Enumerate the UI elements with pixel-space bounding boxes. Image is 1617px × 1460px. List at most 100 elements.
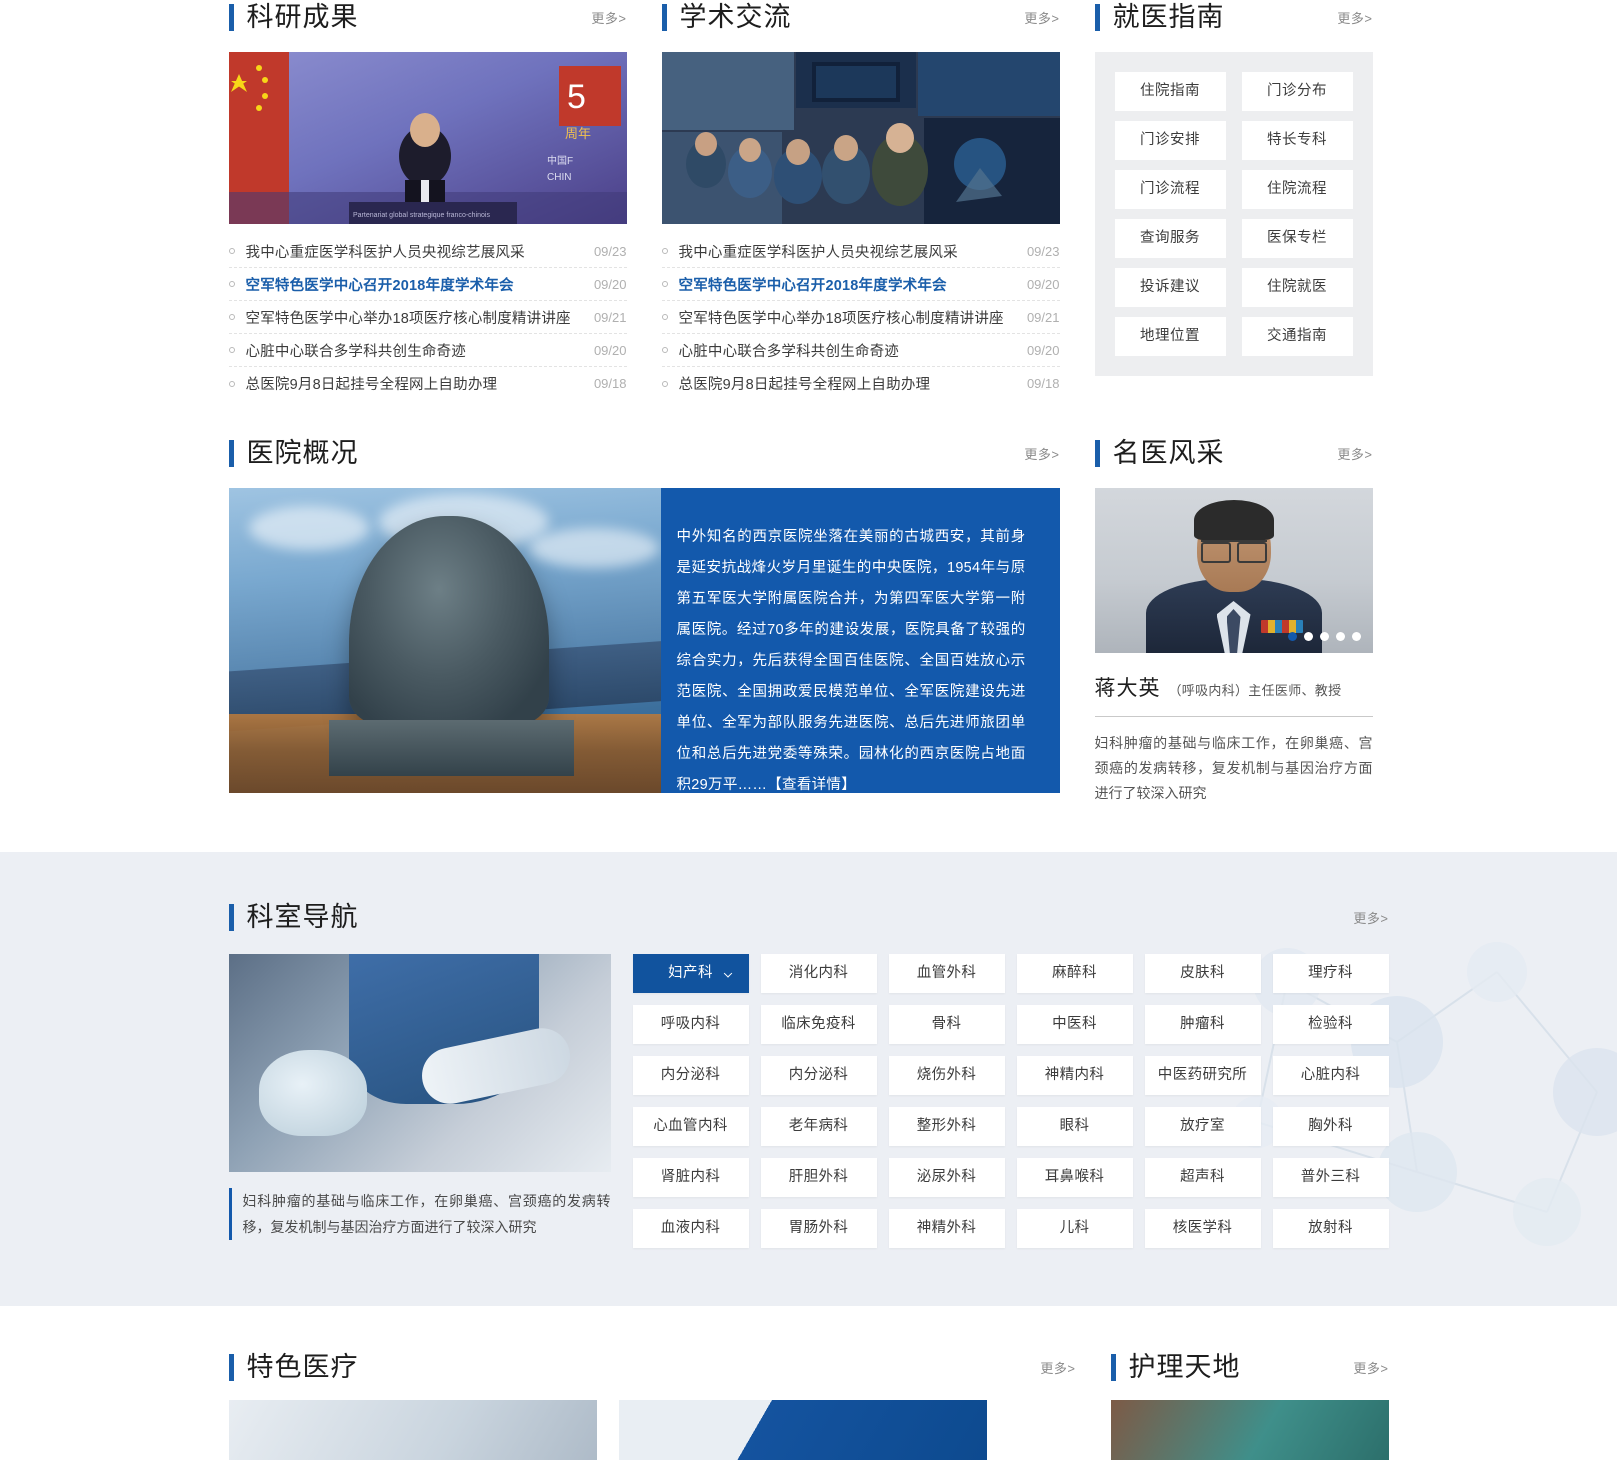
caption-accent-bar-icon: [228, 1188, 232, 1240]
guide-button-inpatient-care[interactable]: 住院就医: [1241, 268, 1353, 307]
dept-button-oncology[interactable]: 肿瘤科: [1144, 1005, 1261, 1044]
dept-button-urology[interactable]: 泌尿外科: [888, 1158, 1005, 1197]
guide-button-specialty-clinic[interactable]: 特长专科: [1241, 121, 1353, 160]
news-title[interactable]: 空军特色医学中心召开2018年度学术年会: [246, 274, 584, 295]
special-image-2[interactable]: [618, 1400, 987, 1460]
dept-button-clinical-immunology[interactable]: 临床免疫科: [760, 1005, 877, 1044]
dept-button-respiratory[interactable]: 呼吸内科: [632, 1005, 749, 1044]
carousel-dot[interactable]: [1287, 632, 1297, 641]
news-item[interactable]: 心脏中心联合多学科共创生命奇迹 09/20: [661, 334, 1060, 367]
news-title[interactable]: 心脏中心联合多学科共创生命奇迹: [246, 340, 584, 361]
guide-button-transport-guide[interactable]: 交通指南: [1241, 317, 1353, 356]
overview-detail-link[interactable]: 【查看详情】: [767, 777, 856, 793]
nursing-column: 护理天地 更多>: [1110, 1350, 1389, 1460]
carousel-dot[interactable]: [1319, 632, 1329, 641]
research-banner-image[interactable]: 5 周年 中国F CHIN Partenariat global strateg…: [228, 52, 627, 224]
news-item[interactable]: 空军特色医学中心举办18项医疗核心制度精讲讲座 09/21: [661, 301, 1060, 334]
dept-button-radiotherapy[interactable]: 放疗室: [1144, 1107, 1261, 1146]
news-item[interactable]: 总医院9月8日起挂号全程网上自助办理 09/18: [661, 367, 1060, 400]
dept-button-cardiology[interactable]: 心脏内科: [1272, 1056, 1389, 1095]
dept-button-endocrinology-2[interactable]: 内分泌科: [760, 1056, 877, 1095]
dept-button-geriatrics[interactable]: 老年病科: [760, 1107, 877, 1146]
dept-button-pediatrics[interactable]: 儿科: [1016, 1209, 1133, 1248]
news-title[interactable]: 总医院9月8日起挂号全程网上自助办理: [246, 373, 584, 394]
guide-button-grid: 住院指南 门诊分布 门诊安排 特长专科 门诊流程 住院流程 查询服务 医保专栏 …: [1094, 52, 1373, 376]
dept-button-dermatology[interactable]: 皮肤科: [1144, 954, 1261, 993]
dept-button-vascular-surgery[interactable]: 血管外科: [888, 954, 1005, 993]
guide-button-inpatient-process[interactable]: 住院流程: [1241, 170, 1353, 209]
dept-button-endocrinology[interactable]: 内分泌科: [632, 1056, 749, 1095]
guide-more-link[interactable]: 更多>: [1337, 8, 1372, 27]
dept-button-nephrology[interactable]: 肾脏内科: [632, 1158, 749, 1197]
news-item[interactable]: 空军特色医学中心召开2018年度学术年会 09/20: [228, 268, 627, 301]
dept-button-tcm-institute[interactable]: 中医药研究所: [1144, 1056, 1261, 1095]
news-item[interactable]: 空军特色医学中心召开2018年度学术年会 09/20: [661, 268, 1060, 301]
dept-button-hepatobiliary[interactable]: 肝胆外科: [760, 1158, 877, 1197]
guide-button-inpatient-guide[interactable]: 住院指南: [1114, 72, 1226, 111]
research-news-list: 我中心重症医学科医护人员央视综艺展风采 09/23 空军特色医学中心召开2018…: [228, 235, 627, 400]
special-image-1[interactable]: [228, 1400, 597, 1460]
news-item[interactable]: 总医院9月8日起挂号全程网上自助办理 09/18: [228, 367, 627, 400]
guide-button-outpatient-distribution[interactable]: 门诊分布: [1241, 72, 1353, 111]
doctor-portrait[interactable]: [1094, 488, 1373, 653]
news-item[interactable]: 空军特色医学中心举办18项医疗核心制度精讲讲座 09/21: [228, 301, 627, 334]
news-date: 09/20: [593, 342, 627, 358]
guide-button-query-service[interactable]: 查询服务: [1114, 219, 1226, 258]
carousel-dot[interactable]: [1303, 632, 1313, 641]
dept-button-gastrointestinal-surgery[interactable]: 胃肠外科: [760, 1209, 877, 1248]
dept-button-anesthesiology[interactable]: 麻醉科: [1016, 954, 1133, 993]
carousel-dot[interactable]: [1351, 632, 1361, 641]
department-image[interactable]: [228, 954, 611, 1172]
bullet-circle-icon: [661, 314, 668, 320]
dept-button-ultrasound[interactable]: 超声科: [1144, 1158, 1261, 1197]
dept-button-obgyn[interactable]: 妇产科: [632, 954, 749, 993]
news-title[interactable]: 我中心重症医学科医护人员央视综艺展风采: [679, 241, 1017, 262]
dept-button-ophthalmology[interactable]: 眼科: [1016, 1107, 1133, 1146]
guide-button-complaints[interactable]: 投诉建议: [1114, 268, 1226, 307]
nursing-more-link[interactable]: 更多>: [1353, 1358, 1388, 1377]
famous-more-link[interactable]: 更多>: [1337, 444, 1372, 463]
academic-banner-image[interactable]: [661, 52, 1060, 224]
dept-button-orthopedics[interactable]: 骨科: [888, 1005, 1005, 1044]
dept-button-physiotherapy[interactable]: 理疗科: [1272, 954, 1389, 993]
nursing-image-1[interactable]: [1110, 1400, 1389, 1460]
guide-button-location[interactable]: 地理位置: [1114, 317, 1226, 356]
news-title[interactable]: 空军特色医学中心举办18项医疗核心制度精讲讲座: [679, 307, 1017, 328]
news-and-guide-band: 科研成果 更多> 5 周年 中国F CHIN Partenariat globa…: [0, 0, 1617, 400]
dept-button-neurology[interactable]: 神精内科: [1016, 1056, 1133, 1095]
research-more-link[interactable]: 更多>: [591, 8, 626, 27]
overview-more-link[interactable]: 更多>: [1024, 444, 1059, 463]
overview-header: 医院概况 更多>: [228, 436, 1060, 470]
dept-button-neurosurgery[interactable]: 神精外科: [888, 1209, 1005, 1248]
news-item[interactable]: 心脏中心联合多学科共创生命奇迹 09/20: [228, 334, 627, 367]
dept-button-plastic-surgery[interactable]: 整形外科: [888, 1107, 1005, 1146]
dept-button-general-surgery-3[interactable]: 普外三科: [1272, 1158, 1389, 1197]
news-title[interactable]: 总医院9月8日起挂号全程网上自助办理: [679, 373, 1017, 394]
guide-button-insurance-column[interactable]: 医保专栏: [1241, 219, 1353, 258]
news-item[interactable]: 我中心重症医学科医护人员央视综艺展风采 09/23: [661, 235, 1060, 268]
guide-button-outpatient-process[interactable]: 门诊流程: [1114, 170, 1226, 209]
guide-button-outpatient-schedule[interactable]: 门诊安排: [1114, 121, 1226, 160]
news-title[interactable]: 心脏中心联合多学科共创生命奇迹: [679, 340, 1017, 361]
academic-more-link[interactable]: 更多>: [1024, 8, 1059, 27]
dept-button-hematology[interactable]: 血液内科: [632, 1209, 749, 1248]
dept-button-gastroenterology[interactable]: 消化内科: [760, 954, 877, 993]
dept-button-radiology[interactable]: 放射科: [1272, 1209, 1389, 1248]
news-item[interactable]: 我中心重症医学科医护人员央视综艺展风采 09/23: [228, 235, 627, 268]
news-title[interactable]: 空军特色医学中心召开2018年度学术年会: [679, 274, 1017, 295]
news-title[interactable]: 我中心重症医学科医护人员央视综艺展风采: [246, 241, 584, 262]
research-title: 科研成果: [246, 2, 359, 32]
carousel-dot[interactable]: [1335, 632, 1345, 641]
dept-button-nuclear-medicine[interactable]: 核医学科: [1144, 1209, 1261, 1248]
department-more-link[interactable]: 更多>: [1353, 908, 1388, 927]
research-header: 科研成果 更多>: [228, 0, 627, 34]
dept-button-thoracic-surgery[interactable]: 胸外科: [1272, 1107, 1389, 1146]
dept-button-cardiovascular[interactable]: 心血管内科: [632, 1107, 749, 1146]
dept-button-ent[interactable]: 耳鼻喉科: [1016, 1158, 1133, 1197]
special-more-link[interactable]: 更多>: [1040, 1358, 1075, 1377]
department-caption-wrap: 妇科肿瘤的基础与临床工作，在卵巢癌、宫颈癌的发病转移，复发机制与基因治疗方面进行…: [228, 1188, 611, 1240]
dept-button-burn-surgery[interactable]: 烧伤外科: [888, 1056, 1005, 1095]
dept-button-laboratory[interactable]: 检验科: [1272, 1005, 1389, 1044]
dept-button-tcm[interactable]: 中医科: [1016, 1005, 1133, 1044]
news-title[interactable]: 空军特色医学中心举办18项医疗核心制度精讲讲座: [246, 307, 584, 328]
